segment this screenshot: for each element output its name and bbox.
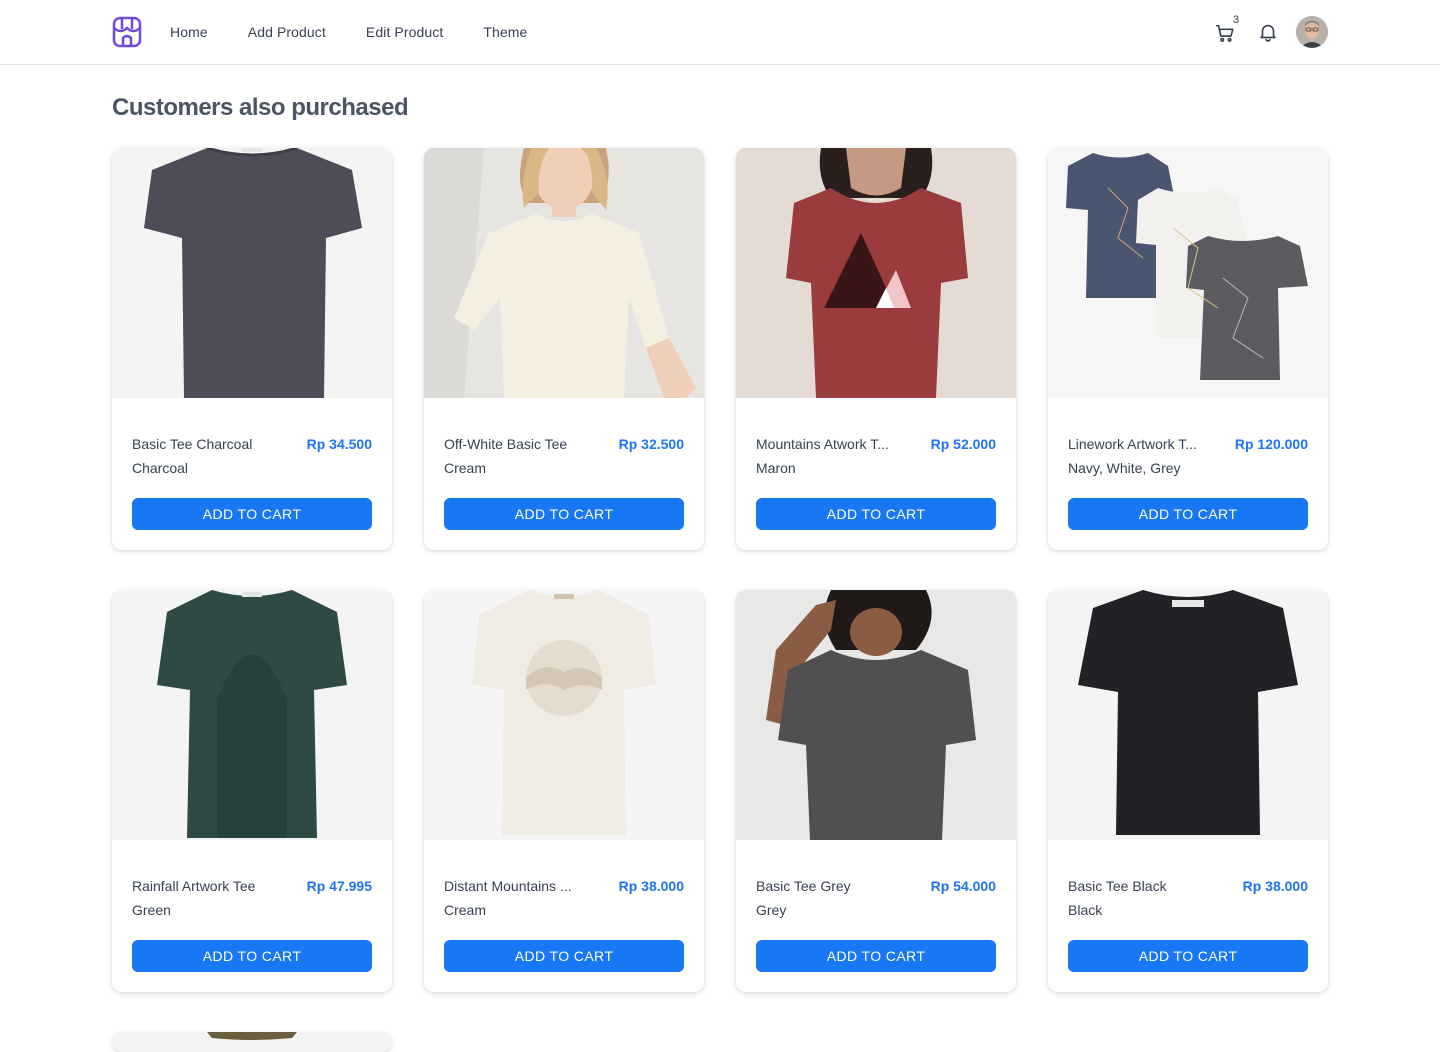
nav-theme[interactable]: Theme — [483, 0, 527, 65]
product-color: Maron — [756, 460, 796, 476]
product-image — [736, 590, 1016, 840]
product-image — [112, 148, 392, 398]
product-color: Grey — [756, 902, 787, 918]
product-card[interactable]: Mountains Atwork T... Rp 52.000 Maron AD… — [736, 148, 1016, 550]
store-icon[interactable] — [112, 16, 142, 48]
product-price: Rp 38.000 — [1242, 878, 1308, 894]
cart-count-badge: 3 — [1233, 14, 1240, 26]
product-image — [736, 148, 1016, 398]
product-card[interactable]: Distant Mountains ... Rp 38.000 Cream AD… — [424, 590, 704, 992]
product-name: Linework Artwork T... — [1068, 436, 1197, 452]
nav-home[interactable]: Home — [170, 0, 208, 65]
add-to-cart-button[interactable]: ADD TO CART — [756, 940, 996, 972]
add-to-cart-button[interactable]: ADD TO CART — [132, 940, 372, 972]
product-card[interactable]: Basic Tee Grey Rp 54.000 Grey ADD TO CAR… — [736, 590, 1016, 992]
product-image — [1048, 148, 1328, 398]
bell-icon[interactable] — [1257, 21, 1279, 43]
product-card[interactable]: Rainfall Artwork Tee Rp 47.995 Green ADD… — [112, 590, 392, 992]
product-color: Cream — [444, 902, 487, 918]
product-image — [424, 148, 704, 398]
product-color: Cream — [444, 460, 487, 476]
product-name: Basic Tee Black — [1068, 878, 1167, 894]
product-price: Rp 38.000 — [618, 878, 684, 894]
product-name: Basic Tee Charcoal — [132, 436, 253, 452]
product-price: Rp 54.000 — [930, 878, 996, 894]
main-nav: Home Add Product Edit Product Theme — [170, 0, 527, 65]
add-to-cart-button[interactable]: ADD TO CART — [756, 498, 996, 530]
product-price: Rp 32.500 — [618, 436, 684, 452]
product-name: Basic Tee Grey — [756, 878, 851, 894]
add-to-cart-button[interactable]: ADD TO CART — [132, 498, 372, 530]
add-to-cart-button[interactable]: ADD TO CART — [444, 940, 684, 972]
top-navbar: Home Add Product Edit Product Theme 3 — [0, 0, 1440, 65]
product-image — [112, 1032, 392, 1052]
product-price: Rp 34.500 — [306, 436, 372, 452]
product-image — [1048, 590, 1328, 840]
product-price: Rp 47.995 — [306, 878, 372, 894]
section-title: Customers also purchased — [112, 94, 409, 121]
product-card[interactable] — [112, 1032, 392, 1052]
product-color: Green — [132, 902, 171, 918]
nav-edit-product[interactable]: Edit Product — [366, 0, 443, 65]
product-name: Distant Mountains ... — [444, 878, 572, 894]
product-name: Off-White Basic Tee — [444, 436, 568, 452]
product-image — [112, 590, 392, 840]
add-to-cart-button[interactable]: ADD TO CART — [1068, 940, 1308, 972]
product-card[interactable]: Basic Tee Black Rp 38.000 Black ADD TO C… — [1048, 590, 1328, 992]
product-color: Black — [1068, 902, 1103, 918]
nav-add-product[interactable]: Add Product — [248, 0, 326, 65]
add-to-cart-button[interactable]: ADD TO CART — [444, 498, 684, 530]
product-card[interactable]: Off-White Basic Tee Rp 32.500 Cream ADD … — [424, 148, 704, 550]
product-color: Charcoal — [132, 460, 189, 476]
add-to-cart-button[interactable]: ADD TO CART — [1068, 498, 1308, 530]
product-name: Rainfall Artwork Tee — [132, 878, 256, 894]
product-image — [424, 590, 704, 840]
user-avatar[interactable] — [1296, 16, 1328, 48]
product-price: Rp 120.000 — [1234, 436, 1308, 452]
product-name: Mountains Atwork T... — [756, 436, 889, 452]
product-card[interactable]: Basic Tee Charcoal Rp 34.500 Charcoal AD… — [112, 148, 392, 550]
product-color: Navy, White, Grey — [1068, 460, 1181, 476]
product-card[interactable]: Linework Artwork T... Rp 120.000 Navy, W… — [1048, 148, 1328, 550]
product-price: Rp 52.000 — [930, 436, 996, 452]
